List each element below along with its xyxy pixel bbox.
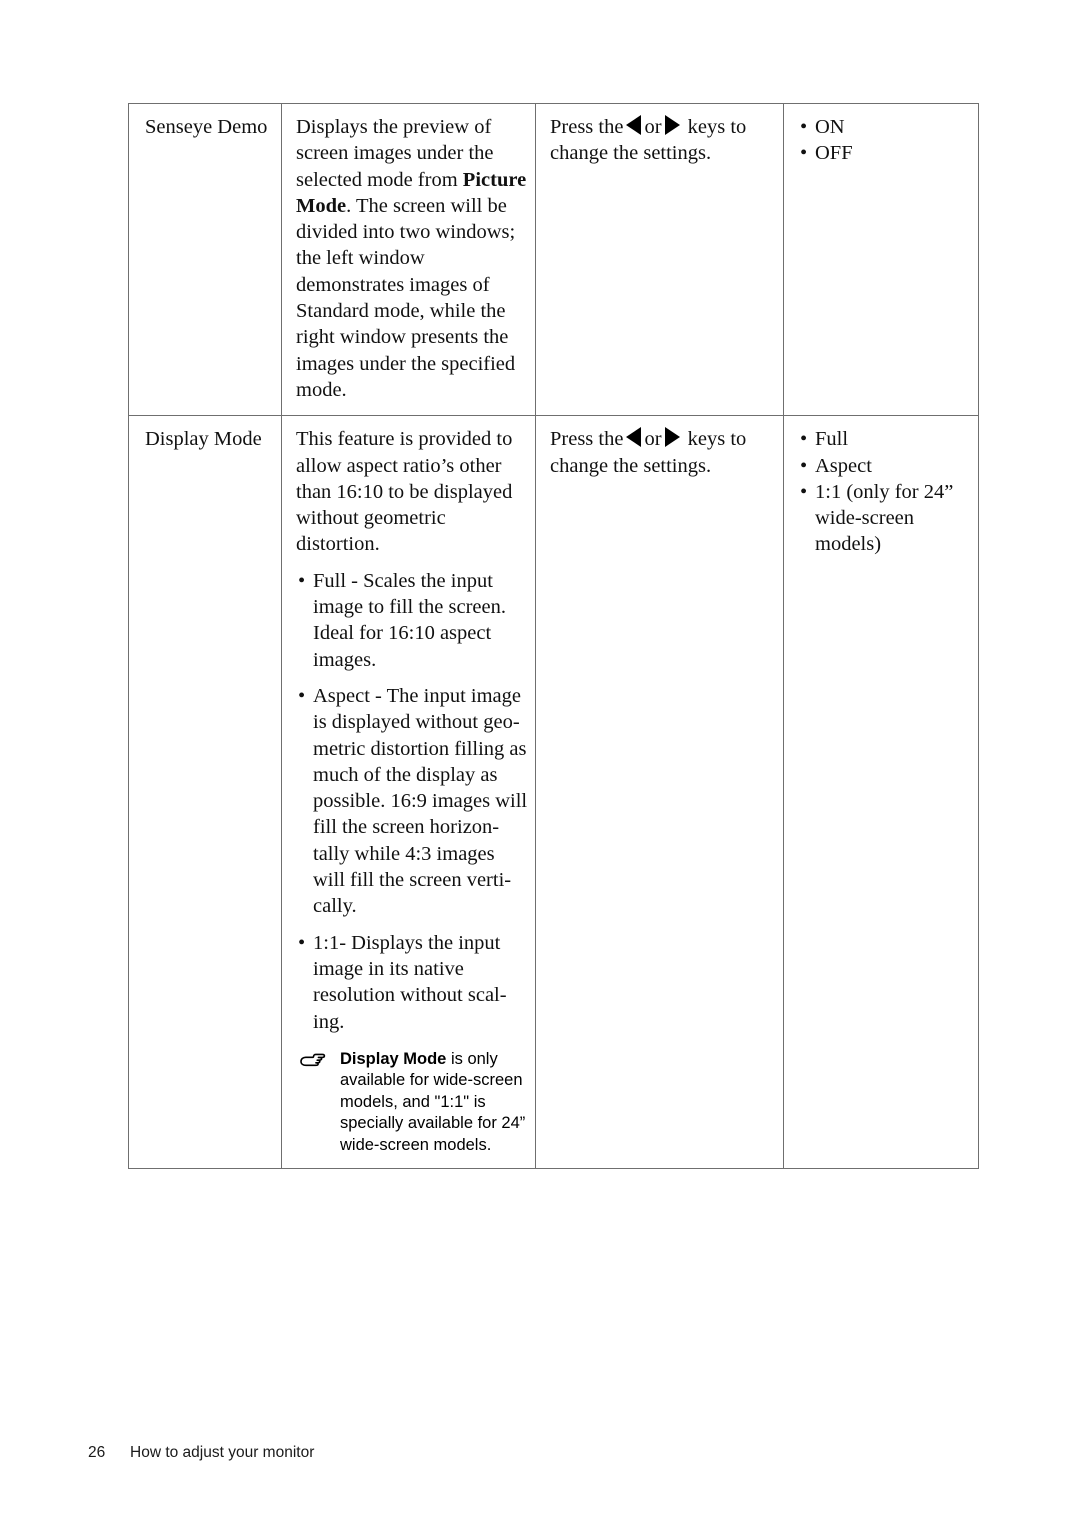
description-senseye-demo: Displays the preview of screen images un…	[296, 114, 529, 403]
list-item: 1:1 (only for 24” wide-screen models)	[798, 479, 966, 558]
table-row: Senseye Demo Displays the preview of scr…	[128, 102, 979, 417]
table-cell-item-name: Display Mode	[128, 415, 282, 1170]
press-prefix-label: Press the	[550, 428, 624, 451]
table-cell-description: This feature is provided to allow aspect…	[281, 415, 536, 1170]
item-name-display-mode: Display Mode	[145, 428, 262, 451]
page-number: 26	[88, 1444, 106, 1461]
arrow-right-icon	[664, 427, 680, 448]
operation-instructions-senseye-demo: Press the or keys to change the settings.	[550, 114, 771, 167]
list-item: ON	[798, 114, 966, 141]
table-cell-range: ON OFF	[783, 102, 979, 417]
document-page: Senseye Demo Displays the preview of scr…	[0, 0, 1080, 1528]
table-cell-range: Full Aspect 1:1 (only for 24” wide-scree…	[783, 415, 979, 1170]
list-item: OFF	[798, 140, 966, 167]
table-cell-description: Displays the preview of screen images un…	[281, 102, 536, 417]
item-name-senseye-demo: Senseye Demo	[145, 116, 268, 138]
pointing-hand-icon	[300, 1053, 326, 1066]
press-prefix-label: Press the	[550, 116, 624, 138]
press-middle-label: or	[644, 428, 662, 451]
table-cell-operation: Press the or keys to change the settings.	[535, 102, 784, 417]
note-text: Display Mode is only available for wide-…	[340, 1049, 529, 1157]
options-list-display-mode: Full Aspect 1:1 (only for 24” wide-scree…	[798, 426, 966, 557]
list-item: Full	[798, 426, 966, 453]
arrow-left-icon	[626, 115, 642, 135]
list-item: 1:1- Displays the input image in its nat…	[296, 930, 529, 1035]
list-item: Aspect - The input image is displayed wi…	[296, 683, 529, 920]
press-middle-label: or	[644, 116, 662, 138]
arrow-left-icon	[626, 427, 642, 448]
description-display-mode: This feature is provided to allow aspect…	[296, 428, 513, 556]
page-footer: 26 How to adjust your monitor	[88, 1444, 314, 1462]
list-item: Full - Scales the input image to fill th…	[296, 568, 529, 673]
arrow-right-icon	[664, 115, 680, 135]
display-mode-bullet-list: Full - Scales the input image to fill th…	[296, 568, 529, 1035]
table-row: Display Mode This feature is provided to…	[128, 415, 979, 1170]
operation-instructions-display-mode: Press the or keys to change the settings.	[550, 426, 771, 479]
note-callout: Display Mode is only available for wide-…	[296, 1049, 529, 1157]
description-part-2: . The screen will be divided into two wi…	[296, 194, 516, 401]
table-cell-operation: Press the or keys to change the settings.	[535, 415, 784, 1170]
osd-settings-table: Senseye Demo Displays the preview of scr…	[128, 102, 979, 1170]
footer-chapter-title: How to adjust your monitor	[130, 1444, 315, 1461]
table-cell-item-name: Senseye Demo	[128, 102, 282, 417]
options-list-senseye-demo: ON OFF	[798, 114, 966, 167]
note-bold-term: Display Mode	[340, 1049, 447, 1068]
list-item: Aspect	[798, 453, 966, 480]
